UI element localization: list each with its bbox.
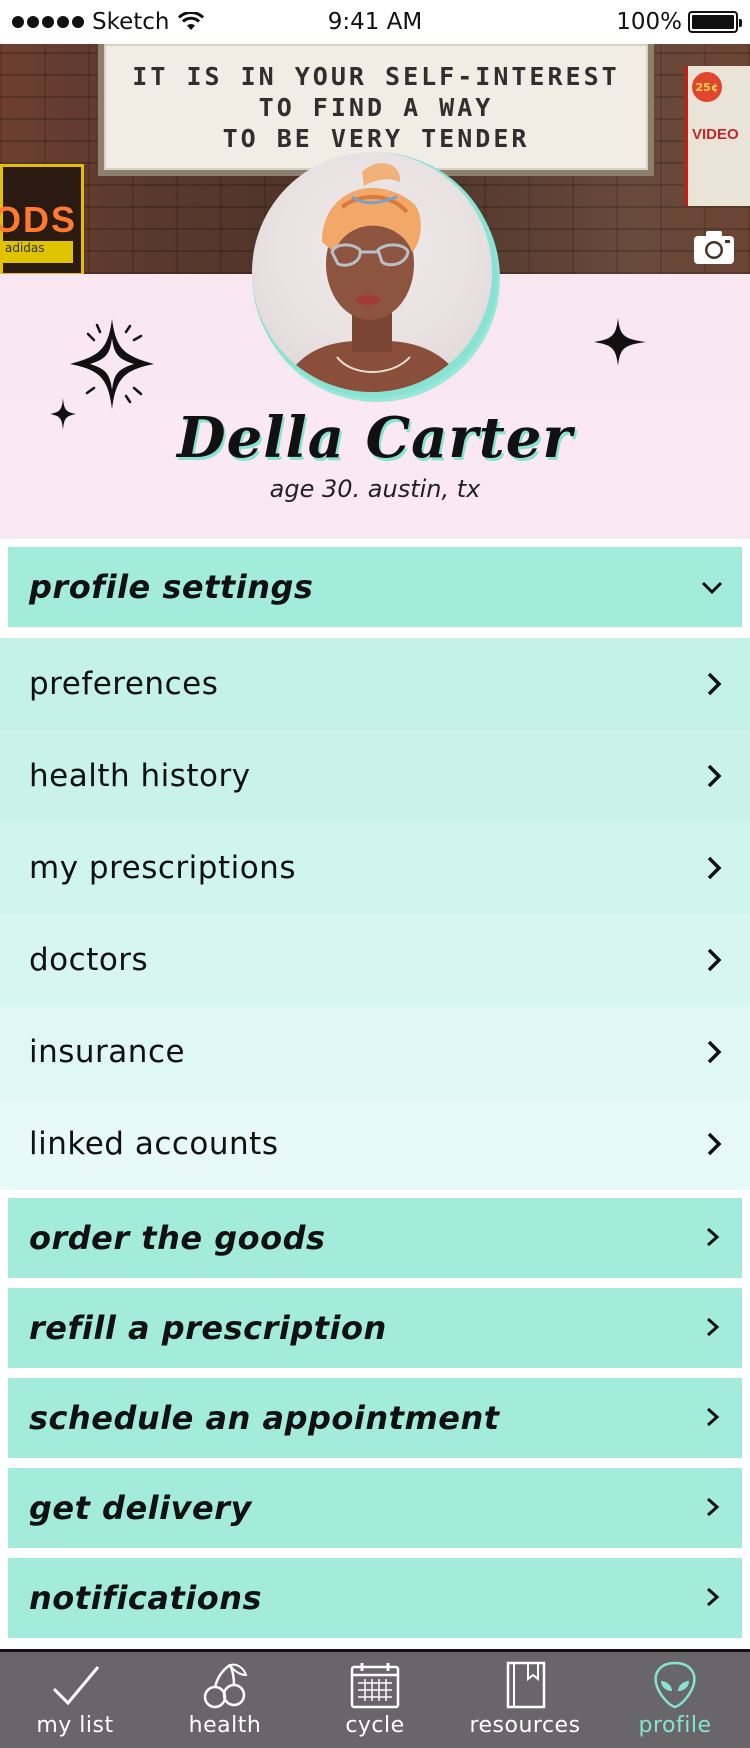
profile-subtitle: age 30. austin, tx [269,475,481,503]
chevron-right-icon [707,1132,722,1156]
avatar[interactable] [252,152,498,398]
menu-item-linked-accounts[interactable]: linked accounts [0,1098,750,1190]
alien-icon [654,1661,696,1709]
chevron-right-icon [707,1040,722,1064]
tab-my-list[interactable]: my list [0,1652,150,1748]
status-left: Sketch [12,9,204,35]
signal-dots-icon [12,16,84,28]
chevron-right-icon [707,1227,720,1247]
camera-icon[interactable] [692,228,736,266]
tab-cycle[interactable]: cycle [300,1652,450,1748]
book-icon [506,1661,546,1709]
menu-item-my-prescriptions[interactable]: my prescriptions [0,822,750,914]
battery-icon [688,11,742,33]
chevron-right-icon [707,856,722,880]
menu-item-doctors[interactable]: doctors [0,914,750,1006]
tab-bar: my list health cycle resources profile [0,1649,750,1748]
chevron-right-icon [707,1317,720,1337]
chevron-right-icon [707,672,722,696]
menu-item-preferences[interactable]: preferences [0,638,750,730]
get-delivery-button[interactable]: get delivery [8,1468,742,1548]
sparkle-right-icon [594,318,646,366]
menu-item-health-history[interactable]: health history [0,730,750,822]
status-right: 100% [616,9,742,35]
refill-prescription-button[interactable]: refill a prescription [8,1288,742,1368]
tab-resources[interactable]: resources [450,1652,600,1748]
order-the-goods-button[interactable]: order the goods [8,1198,742,1278]
notifications-button[interactable]: notifications [8,1558,742,1638]
tab-health[interactable]: health [150,1652,300,1748]
storefront-sign-right: 25¢ VIDEO [684,66,750,206]
wifi-icon [177,12,204,30]
chevron-right-icon [707,764,722,788]
calendar-icon [350,1663,400,1709]
storefront-sign-left: ODS adidas [0,164,84,274]
menu-item-insurance[interactable]: insurance [0,1006,750,1098]
chevron-right-icon [707,1587,720,1607]
tab-profile[interactable]: profile [600,1652,750,1748]
chevron-right-icon [707,948,722,972]
chevron-right-icon [707,1497,720,1517]
profile-settings-label: profile settings [29,568,314,606]
marquee-line-1: IT IS IN YOUR SELF-INTEREST [132,61,620,91]
schedule-appointment-button[interactable]: schedule an appointment [8,1378,742,1458]
chevron-down-icon [701,581,723,595]
avatar-photo [252,152,492,392]
status-bar: Sketch 9:41 AM 100% [0,0,750,44]
profile-settings-header[interactable]: profile settings [8,547,742,627]
person-portrait-icon [282,163,467,392]
carrier-label: Sketch [92,9,170,35]
chevron-right-icon [707,1407,720,1427]
battery-percent: 100% [616,9,682,35]
marquee-line-3: TO BE VERY TENDER [222,123,530,153]
check-icon [52,1666,100,1706]
cherry-icon [203,1663,248,1709]
sparkle-large-icon [70,319,154,409]
profile-name: Della Carter [177,405,573,471]
marquee-line-2: TO FIND A WAY [258,92,494,122]
